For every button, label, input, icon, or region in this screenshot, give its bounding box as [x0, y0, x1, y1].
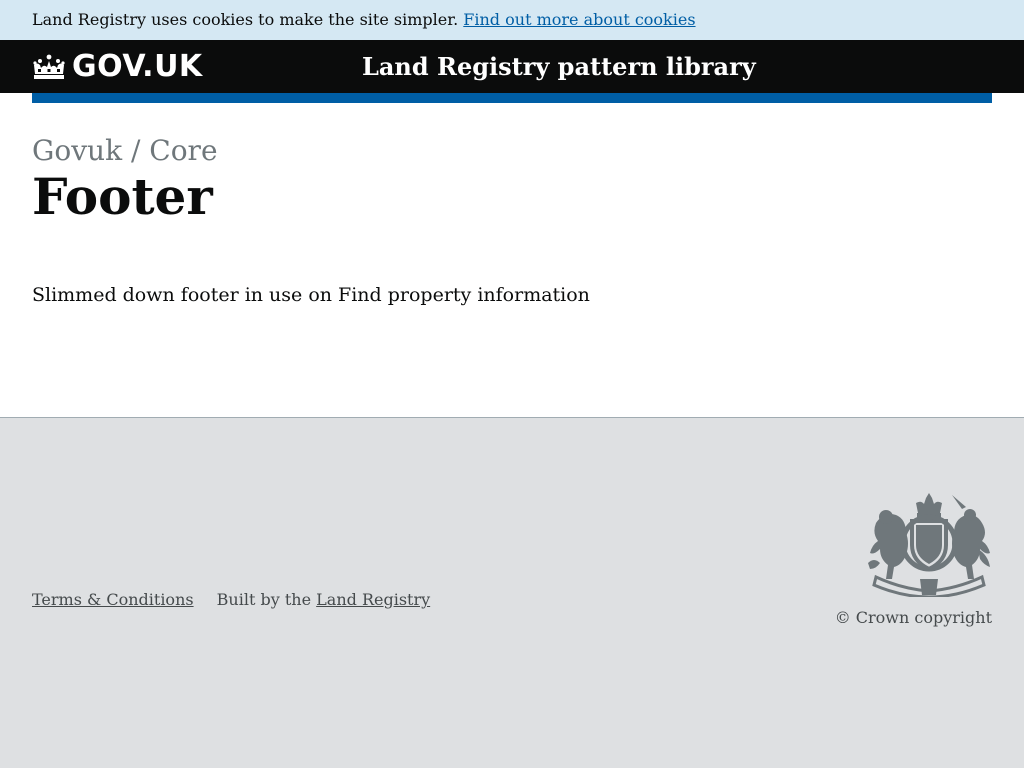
header-accent-bar [32, 93, 992, 103]
site-header: GOV.UK Land Registry pattern library [0, 40, 1024, 93]
crown-copyright-link[interactable]: © Crown copyright [835, 608, 992, 627]
site-footer: Terms & Conditions Built by the Land Reg… [0, 417, 1024, 768]
cookie-info-link[interactable]: Find out more about cookies [463, 10, 695, 29]
logo-text: GOV.UK [72, 49, 203, 84]
built-by-prefix: Built by the [216, 590, 312, 609]
cookie-banner-text: Land Registry uses cookies to make the s… [32, 10, 459, 29]
footer-links: Terms & Conditions Built by the Land Reg… [32, 590, 430, 610]
service-name-link[interactable]: Land Registry pattern library [362, 40, 756, 93]
govuk-logo-link[interactable]: GOV.UK [32, 40, 203, 93]
built-by-text: Built by the Land Registry [217, 590, 430, 609]
page-description: Slimmed down footer in use on Find prope… [32, 284, 590, 306]
page-title: Footer [32, 167, 213, 226]
breadcrumb: Govuk / Core [32, 134, 218, 167]
crown-copyright: © Crown copyright [835, 608, 992, 628]
cookie-banner: Land Registry uses cookies to make the s… [0, 0, 1024, 40]
terms-conditions-link[interactable]: Terms & Conditions [32, 590, 194, 609]
royal-coat-of-arms-icon [868, 493, 990, 597]
land-registry-link[interactable]: Land Registry [316, 590, 430, 609]
crown-icon [33, 54, 65, 79]
